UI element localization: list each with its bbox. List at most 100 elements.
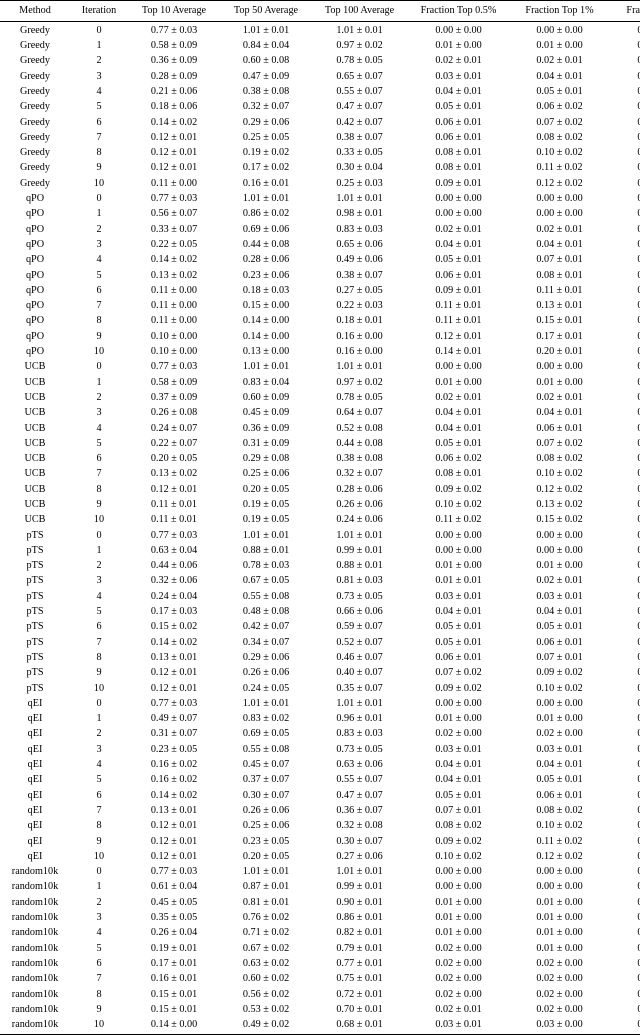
cell-top-10-average: 0.28 ± 0.09	[150, 70, 198, 82]
cell-iteration: 1	[96, 881, 102, 893]
cell-fraction-top-0-5-percent: 0.06 ± 0.01	[435, 651, 482, 663]
table-row: qEI 7 0.13 ± 0.01 0.26 ± 0.06 0.36 ± 0.07 0.0…	[0, 803, 640, 818]
cell-top-100-average: 0.36 ± 0.07	[336, 804, 383, 816]
cell-method: UCB	[24, 391, 46, 403]
cell-top-100-average: 0.70 ± 0.01	[336, 1003, 383, 1015]
cell-fraction-top-0-5-percent: 0.03 ± 0.01	[407, 1017, 510, 1035]
cell-fraction-top-1-percent: 0.05 ± 0.01	[536, 85, 583, 97]
column-header-fraction-top-0-5-percent: Fraction Top 0.5%	[407, 0, 510, 23]
cell-fraction-top-5-percent: 0.07 ± 0.01	[637, 162, 640, 174]
cell-fraction-top-5-percent: 0.02 ± 0.01	[637, 70, 640, 82]
table-row: Greedy 10 0.11 ± 0.00 0.16 ± 0.01 0.25 ± 0.0…	[0, 176, 640, 191]
cell-method: UCB	[24, 437, 46, 449]
results-table-container: Method Iteration Top 10 Average Top 50 A…	[0, 0, 640, 1035]
cell-fraction-top-0-5-percent: 0.00 ± 0.00	[435, 208, 482, 220]
cell-method: UCB	[24, 376, 46, 388]
cell-top-50-average: 0.25 ± 0.06	[242, 468, 290, 480]
cell-fraction-top-0-5-percent: 0.04 ± 0.01	[435, 606, 482, 618]
cell-fraction-top-5-percent: 0.02 ± 0.00	[637, 407, 640, 419]
cell-top-50-average: 0.29 ± 0.06	[242, 116, 290, 128]
cell-top-100-average: 0.30 ± 0.07	[336, 835, 383, 847]
cell-fraction-top-0-5-percent: 0.14 ± 0.01	[435, 346, 482, 358]
table-row: pTS 9 0.12 ± 0.01 0.26 ± 0.06 0.40 ± 0.07 0.0…	[0, 666, 640, 681]
cell-fraction-top-0-5-percent: 0.00 ± 0.00	[435, 361, 482, 373]
table-row: qPO 2 0.33 ± 0.07 0.69 ± 0.06 0.83 ± 0.03 0.0…	[0, 222, 640, 237]
cell-top-10-average: 0.10 ± 0.00	[150, 346, 198, 358]
table-row: Greedy 5 0.18 ± 0.06 0.32 ± 0.07 0.47 ± 0.07…	[0, 100, 640, 115]
cell-top-100-average: 0.49 ± 0.06	[336, 254, 383, 266]
cell-top-10-average: 0.45 ± 0.05	[150, 896, 198, 908]
cell-fraction-top-0-5-percent: 0.11 ± 0.02	[435, 514, 482, 526]
cell-top-10-average: 0.77 ± 0.03	[150, 697, 198, 709]
table-row: UCB 6 0.20 ± 0.05 0.29 ± 0.08 0.38 ± 0.08 0.0…	[0, 452, 640, 467]
cell-top-10-average: 0.11 ± 0.01	[151, 514, 197, 526]
cell-fraction-top-1-percent: 0.02 ± 0.00	[536, 988, 583, 1000]
cell-fraction-top-0-5-percent: 0.01 ± 0.00	[435, 40, 482, 52]
table-row: qEI 2 0.31 ± 0.07 0.69 ± 0.05 0.83 ± 0.03 0.0…	[0, 727, 640, 742]
cell-fraction-top-0-5-percent: 0.04 ± 0.01	[435, 759, 482, 771]
table-row: pTS 2 0.44 ± 0.06 0.78 ± 0.03 0.88 ± 0.01 0.0…	[0, 559, 640, 574]
cell-fraction-top-5-percent: 0.05 ± 0.01	[637, 682, 640, 694]
cell-fraction-top-1-percent: 0.02 ± 0.00	[536, 957, 583, 969]
cell-iteration: 9	[96, 1003, 102, 1015]
table-row: pTS 7 0.14 ± 0.02 0.34 ± 0.07 0.52 ± 0.07 0.0…	[0, 635, 640, 650]
cell-method: qEI	[27, 774, 43, 786]
cell-method: UCB	[24, 407, 46, 419]
cell-fraction-top-1-percent: 0.01 ± 0.00	[536, 560, 583, 572]
cell-fraction-top-0-5-percent: 0.01 ± 0.00	[435, 927, 482, 939]
cell-method: UCB	[24, 483, 46, 495]
cell-top-50-average: 0.24 ± 0.05	[242, 682, 290, 694]
table-row: UCB 9 0.11 ± 0.01 0.19 ± 0.05 0.26 ± 0.06 0.1…	[0, 497, 640, 512]
cell-top-100-average: 0.27 ± 0.06	[336, 850, 383, 862]
cell-iteration: 5	[96, 101, 102, 113]
table-row: pTS 4 0.24 ± 0.04 0.55 ± 0.08 0.73 ± 0.05 0.0…	[0, 589, 640, 604]
cell-top-100-average: 0.79 ± 0.01	[336, 942, 383, 954]
cell-fraction-top-0-5-percent: 0.00 ± 0.00	[435, 24, 482, 36]
cell-method: qEI	[27, 743, 43, 755]
cell-iteration: 0	[96, 24, 102, 36]
cell-fraction-top-5-percent: 0.05 ± 0.01	[637, 804, 640, 816]
cell-fraction-top-5-percent: 0.00 ± 0.00	[637, 376, 640, 388]
cell-top-10-average: 0.14 ± 0.02	[150, 789, 198, 801]
cell-fraction-top-5-percent: 0.03 ± 0.01	[637, 422, 640, 434]
cell-iteration: 5	[96, 437, 102, 449]
cell-iteration: 0	[96, 193, 102, 205]
cell-top-50-average: 0.19 ± 0.02	[242, 147, 290, 159]
table-row: UCB 3 0.26 ± 0.08 0.45 ± 0.09 0.64 ± 0.07 0.0…	[0, 406, 640, 421]
cell-top-100-average: 0.99 ± 0.01	[336, 881, 383, 893]
cell-top-50-average: 0.83 ± 0.04	[242, 376, 290, 388]
cell-top-10-average: 0.20 ± 0.05	[150, 453, 198, 465]
cell-method: qEI	[27, 835, 43, 847]
cell-top-100-average: 0.42 ± 0.07	[336, 116, 383, 128]
cell-top-100-average: 0.32 ± 0.08	[336, 820, 383, 832]
table-row: Greedy 2 0.36 ± 0.09 0.60 ± 0.08 0.78 ± 0.05…	[0, 54, 640, 69]
cell-fraction-top-0-5-percent: 0.00 ± 0.00	[435, 544, 482, 556]
cell-top-50-average: 0.53 ± 0.02	[242, 1003, 290, 1015]
cell-fraction-top-0-5-percent: 0.00 ± 0.00	[435, 697, 482, 709]
table-row: random10k 5 0.19 ± 0.01 0.67 ± 0.02 0.79 ± 0…	[0, 941, 640, 956]
table-row: random10k 9 0.15 ± 0.01 0.53 ± 0.02 0.70 ± 0…	[0, 1002, 640, 1017]
cell-top-10-average: 0.11 ± 0.01	[151, 499, 197, 510]
cell-top-50-average: 0.67 ± 0.05	[242, 575, 290, 587]
cell-fraction-top-0-5-percent: 0.01 ± 0.00	[435, 713, 482, 725]
cell-top-10-average: 0.32 ± 0.06	[150, 575, 198, 587]
table-row: Greedy 4 0.21 ± 0.06 0.38 ± 0.08 0.55 ± 0.07…	[0, 84, 640, 99]
cell-fraction-top-1-percent: 0.08 ± 0.01	[536, 269, 583, 281]
cell-top-10-average: 0.49 ± 0.07	[150, 713, 198, 725]
cell-fraction-top-1-percent: 0.00 ± 0.00	[536, 208, 583, 220]
table-row: qEI 0 0.77 ± 0.03 1.01 ± 0.01 1.01 ± 0.01 0.0…	[0, 696, 640, 711]
cell-top-50-average: 1.01 ± 0.01	[242, 866, 290, 878]
cell-fraction-top-5-percent: 0.00 ± 0.00	[637, 713, 640, 725]
cell-top-100-average: 0.97 ± 0.02	[336, 376, 383, 388]
cell-iteration: 3	[96, 70, 102, 82]
cell-method: pTS	[26, 590, 44, 602]
cell-fraction-top-1-percent: 0.03 ± 0.01	[536, 743, 583, 755]
cell-top-10-average: 0.13 ± 0.01	[150, 651, 198, 663]
cell-fraction-top-0-5-percent: 0.09 ± 0.02	[435, 682, 482, 694]
cell-top-10-average: 0.13 ± 0.01	[150, 804, 198, 816]
cell-top-100-average: 0.30 ± 0.04	[336, 162, 383, 174]
cell-top-50-average: 0.18 ± 0.03	[242, 284, 290, 296]
cell-iteration: 2	[96, 391, 102, 403]
cell-fraction-top-1-percent: 0.07 ± 0.01	[536, 651, 583, 663]
cell-fraction-top-0-5-percent: 0.05 ± 0.01	[435, 621, 482, 633]
